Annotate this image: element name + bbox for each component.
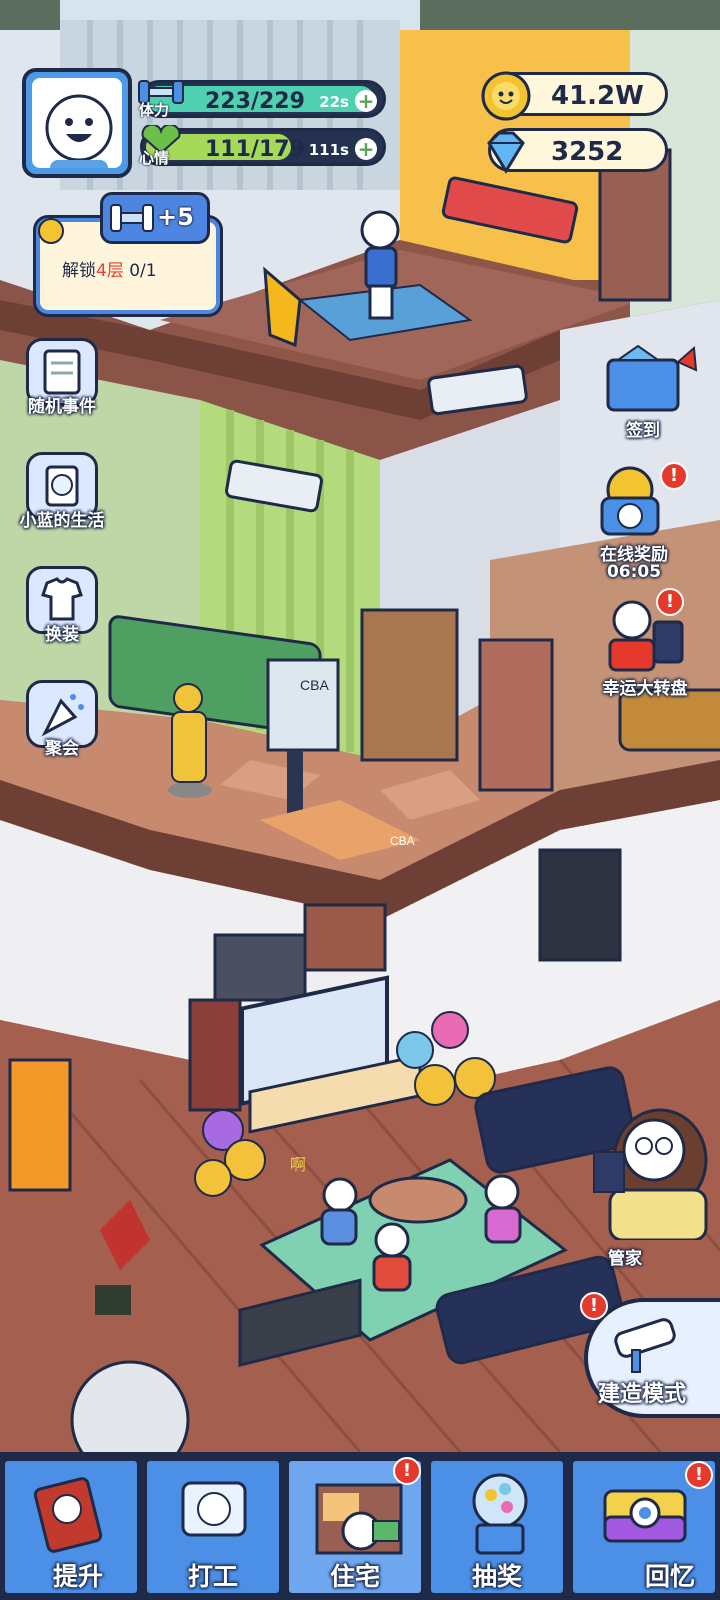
unlock-task-text: 解锁4层 0/1 <box>62 256 157 281</box>
unlock-task-card[interactable]: +5 解锁4层 0/1 <box>36 192 220 314</box>
paint-roller-icon <box>614 1318 676 1373</box>
mood-bar[interactable]: 心情 111/179 111s + <box>139 123 386 167</box>
outfit-button[interactable]: 换装 <box>14 566 110 646</box>
party-label: 聚会 <box>45 739 79 759</box>
butler-portrait-icon <box>593 1108 708 1242</box>
nav-work[interactable]: 打工 <box>144 1458 282 1596</box>
heart-icon: 心情 <box>135 123 187 173</box>
nav-memories-label: 回忆 <box>644 1562 695 1591</box>
outfit-label: 换装 <box>45 625 79 645</box>
dumbbell-icon <box>110 204 154 232</box>
player-avatar[interactable] <box>22 68 132 178</box>
nav-work-label: 打工 <box>187 1562 238 1591</box>
mood-label: 心情 <box>139 149 170 167</box>
gem-value: 3252 <box>551 137 624 167</box>
checkin-label: 签到 <box>626 421 660 441</box>
nav-memories-alert: ! <box>685 1461 713 1489</box>
unlock-prefix: 解锁 <box>62 261 96 281</box>
bottom-nav: 提升 打工 ! 住宅 抽奖 ! 回忆 <box>0 1452 720 1600</box>
lucky-wheel-button[interactable]: ! 幸运大转盘 <box>596 588 710 706</box>
unlock-progress: 0/1 <box>129 261 157 281</box>
build-mode-button[interactable]: ! 建造模式 <box>580 1292 720 1418</box>
nav-residence-label: 住宅 <box>329 1562 380 1591</box>
court-brand-text: CBA <box>390 834 415 848</box>
random-event-label: 随机事件 <box>28 397 96 417</box>
tv-brand-text: CBA <box>300 677 329 693</box>
dumbbell-icon: 体力 <box>135 77 187 125</box>
stamina-add-button[interactable]: + <box>355 90 377 112</box>
coin-icon <box>481 71 531 121</box>
gem-counter[interactable]: 3252 <box>487 128 668 174</box>
butler-label: 管家 <box>608 1249 642 1269</box>
online-reward-timer: 06:05 <box>606 562 662 582</box>
nav-memories[interactable]: ! 回忆 <box>570 1458 718 1596</box>
stamina-label: 体力 <box>139 101 170 119</box>
book-icon <box>33 1477 103 1553</box>
work-tv-icon <box>181 1481 247 1537</box>
nav-lottery-label: 抽奖 <box>471 1562 522 1591</box>
reward-amount: +5 <box>157 203 194 231</box>
lucky-wheel-alert: ! <box>656 588 684 616</box>
stamina-value: 223/229 <box>205 89 305 114</box>
mood-value: 111/179 <box>205 137 305 162</box>
online-reward-button[interactable]: ! 在线奖励 06:05 <box>588 462 698 582</box>
smiley-face-icon <box>45 94 113 168</box>
checkin-button[interactable]: 签到 <box>598 340 698 450</box>
gift-box-icon <box>606 344 698 412</box>
random-event-button[interactable]: 随机事件 <box>14 338 110 418</box>
nav-upgrade-label: 提升 <box>52 1562 103 1591</box>
nav-lottery[interactable]: 抽奖 <box>428 1458 566 1596</box>
reward-chip: +5 <box>100 192 210 244</box>
stamina-timer: 22s <box>319 93 349 111</box>
gacha-machine-icon <box>472 1473 528 1555</box>
mood-timer: 111s <box>308 141 349 159</box>
lucky-wheel-label: 幸运大转盘 <box>602 679 688 699</box>
nav-upgrade[interactable]: 提升 <box>2 1458 140 1596</box>
online-reward-alert: ! <box>660 462 688 490</box>
butler-button[interactable]: 管家 <box>580 1100 710 1270</box>
coin-counter[interactable]: 41.2W <box>481 71 668 121</box>
party-button[interactable]: 聚会 <box>14 680 110 760</box>
xiaolan-life-button[interactable]: 小蓝的生活 <box>4 452 120 532</box>
nav-residence-alert: ! <box>393 1457 421 1485</box>
nav-residence[interactable]: ! 住宅 <box>286 1457 424 1596</box>
stamina-bar[interactable]: 体力 223/229 22s + <box>138 80 386 119</box>
diamond-icon <box>487 131 525 174</box>
xiaolan-life-label: 小蓝的生活 <box>19 511 105 531</box>
camera-icon <box>603 1489 687 1543</box>
coin-value: 41.2W <box>551 81 644 111</box>
tv-shout-text: 啊 <box>290 1155 306 1174</box>
mood-add-button[interactable]: + <box>355 138 377 160</box>
unlock-floor: 4层 <box>96 261 124 281</box>
coin-pin-icon <box>38 218 64 244</box>
build-mode-alert: ! <box>580 1292 608 1320</box>
build-mode-label: 建造模式 <box>597 1382 686 1407</box>
